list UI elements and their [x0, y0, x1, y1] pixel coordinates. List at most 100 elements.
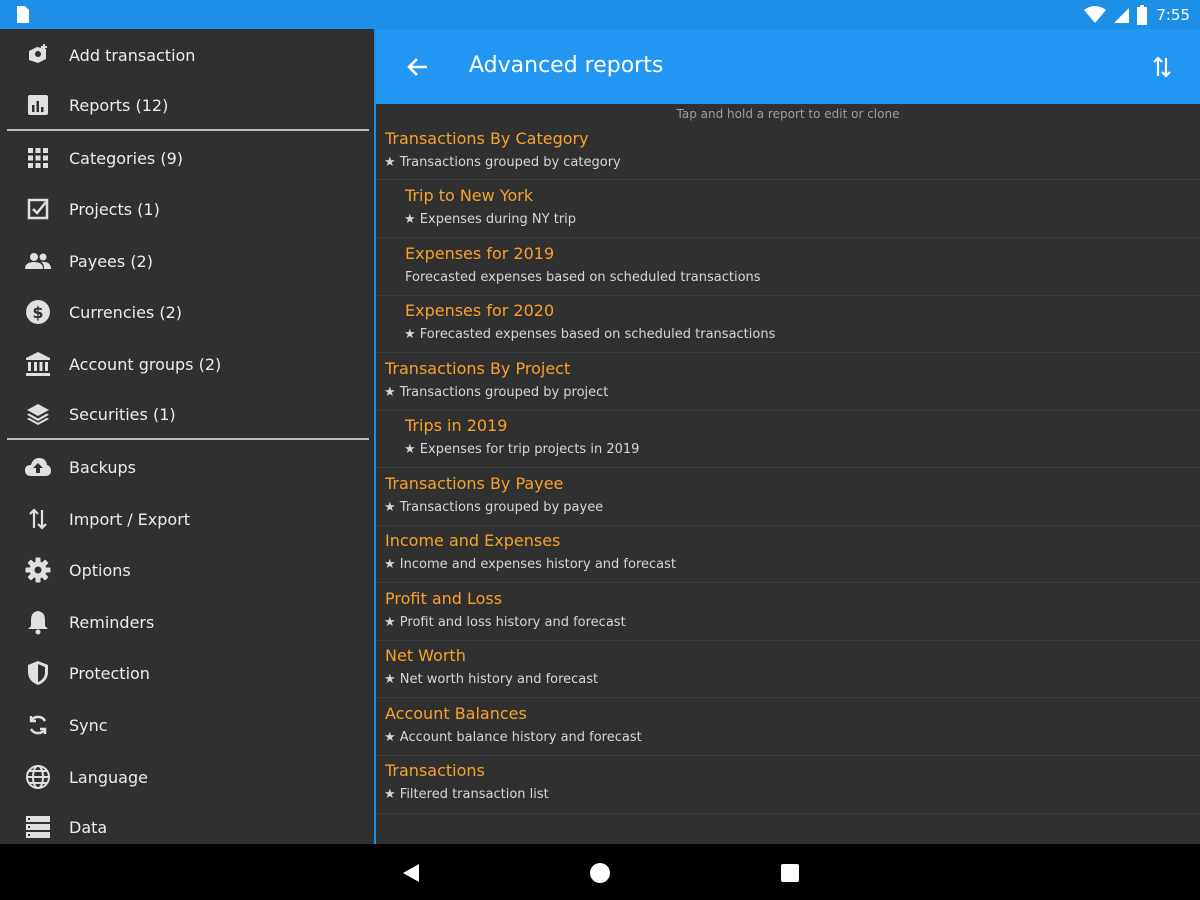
payees-icon — [24, 247, 52, 275]
status-bar: 7:55 — [0, 0, 1200, 29]
report-item[interactable]: Account Balances ★ Account balance histo… — [376, 701, 1200, 756]
signal-icon — [1114, 8, 1130, 23]
battery-icon — [1137, 5, 1148, 25]
report-title: Trip to New York — [405, 186, 534, 205]
drawer-item-payees[interactable]: Payees (2) — [0, 237, 374, 285]
drawer-item-language[interactable]: Language — [0, 753, 374, 801]
report-title: Net Worth — [385, 646, 466, 665]
drawer-item-label: Currencies (2) — [69, 302, 182, 322]
report-item[interactable]: Transactions By Category ★ Transactions … — [376, 126, 1200, 180]
currencies-icon: $ — [24, 298, 52, 326]
report-item[interactable]: Expenses for 2020 ★ Forecasted expenses … — [376, 298, 1200, 353]
report-item[interactable]: Net Worth ★ Net worth history and foreca… — [376, 643, 1200, 698]
report-subtitle: ★ Net worth history and forecast — [384, 672, 599, 687]
drawer-item-data[interactable]: Data — [0, 803, 374, 844]
divider — [376, 697, 1200, 698]
projects-icon — [24, 195, 52, 223]
report-item[interactable]: Income and Expenses ★ Income and expense… — [376, 528, 1200, 583]
drawer-item-label: Data — [69, 817, 108, 837]
drawer-item-reports[interactable]: Reports (12) — [0, 81, 374, 129]
status-time: 7:55 — [1156, 6, 1190, 24]
report-title: Transactions — [385, 761, 485, 780]
divider — [376, 755, 1200, 756]
gear-icon — [24, 556, 52, 584]
report-title: Income and Expenses — [385, 531, 561, 550]
report-subtitle: ★ Expenses during NY trip — [404, 212, 577, 227]
report-subtitle: Forecasted expenses based on scheduled t… — [405, 270, 761, 285]
back-arrow-icon[interactable] — [404, 53, 432, 81]
categories-icon — [24, 144, 52, 172]
drawer-item-projects[interactable]: Projects (1) — [0, 185, 374, 233]
drawer-item-import-export[interactable]: Import / Export — [0, 495, 374, 543]
report-item[interactable]: Transactions By Project ★ Transactions g… — [376, 356, 1200, 411]
list-hint: Tap and hold a report to edit or clone — [676, 107, 900, 121]
report-item[interactable]: Transactions ★ Filtered transaction list — [376, 758, 1200, 814]
divider — [376, 813, 1200, 814]
drawer-item-label: Options — [69, 560, 131, 580]
sync-icon — [24, 711, 52, 739]
drawer-item-label: Payees (2) — [69, 251, 153, 271]
report-title: Expenses for 2019 — [405, 244, 555, 263]
drawer-item-label: Backups — [69, 457, 136, 477]
wifi-icon — [1084, 6, 1107, 23]
nav-recents-icon[interactable] — [781, 864, 799, 882]
drawer-item-protection[interactable]: Protection — [0, 649, 374, 697]
drawer-item-reminders[interactable]: Reminders — [0, 598, 374, 646]
report-title: Transactions By Payee — [385, 474, 564, 493]
drawer-item-add-transaction[interactable]: Add transaction — [0, 31, 374, 79]
drawer-divider — [7, 129, 369, 131]
nav-back-icon[interactable] — [400, 862, 422, 884]
report-subtitle: ★ Expenses for trip projects in 2019 — [404, 442, 640, 457]
drawer-item-label: Import / Export — [69, 509, 191, 529]
divider — [376, 467, 1200, 468]
drawer-item-label: Securities (1) — [69, 404, 176, 424]
drawer-item-account-groups[interactable]: Account groups (2) — [0, 340, 374, 388]
nav-home-icon[interactable] — [590, 863, 610, 883]
drawer-item-label: Language — [69, 767, 148, 787]
svg-text:$: $ — [32, 303, 43, 322]
sim-card-icon — [17, 6, 29, 23]
import-export-icon — [24, 505, 52, 533]
securities-icon — [24, 400, 52, 428]
drawer-item-label: Protection — [69, 663, 150, 683]
report-title: Transactions By Project — [385, 359, 571, 378]
report-subtitle: ★ Transactions grouped by payee — [384, 500, 604, 515]
report-item[interactable]: Trip to New York ★ Expenses during NY tr… — [376, 183, 1200, 238]
drawer-item-label: Reminders — [69, 612, 155, 632]
report-subtitle: ★ Forecasted expenses based on scheduled… — [404, 327, 776, 342]
drawer-item-options[interactable]: Options — [0, 546, 374, 594]
report-subtitle: ★ Profit and loss history and forecast — [384, 615, 626, 630]
drawer-item-sync[interactable]: Sync — [0, 701, 374, 749]
report-item[interactable]: Transactions By Payee ★ Transactions gro… — [376, 471, 1200, 526]
report-item[interactable]: Trips in 2019 ★ Expenses for trip projec… — [376, 413, 1200, 468]
drawer-item-label: Add transaction — [69, 45, 196, 65]
report-title: Account Balances — [385, 704, 527, 723]
drawer-item-label: Reports (12) — [69, 95, 169, 115]
drawer-divider — [7, 438, 369, 440]
report-item[interactable]: Expenses for 2019 Forecasted expenses ba… — [376, 241, 1200, 296]
divider — [376, 582, 1200, 583]
drawer-item-categories[interactable]: Categories (9) — [0, 134, 374, 182]
drawer-item-currencies[interactable]: $ Currencies (2) — [0, 288, 374, 336]
drawer-item-backups[interactable]: Backups — [0, 443, 374, 491]
divider — [376, 352, 1200, 353]
report-subtitle: ★ Transactions grouped by category — [384, 155, 621, 170]
report-item[interactable]: Profit and Loss ★ Profit and loss histor… — [376, 586, 1200, 641]
add-transaction-icon — [24, 41, 52, 69]
report-subtitle: ★ Income and expenses history and foreca… — [384, 557, 676, 572]
report-title: Trips in 2019 — [405, 416, 508, 435]
reports-icon — [24, 91, 52, 119]
shield-icon — [24, 659, 52, 687]
page-title: Advanced reports — [469, 53, 664, 78]
report-title: Transactions By Category — [385, 129, 589, 148]
sort-icon[interactable] — [1148, 53, 1176, 81]
report-subtitle: ★ Transactions grouped by project — [384, 385, 609, 400]
navigation-drawer: Add transaction Reports (12) Categories … — [0, 29, 374, 844]
report-title: Expenses for 2020 — [405, 301, 555, 320]
bell-icon — [24, 608, 52, 636]
drawer-item-securities[interactable]: Securities (1) — [0, 390, 374, 438]
divider — [376, 410, 1200, 411]
divider — [376, 179, 1200, 180]
cloud-upload-icon — [24, 453, 52, 481]
divider — [376, 237, 1200, 238]
